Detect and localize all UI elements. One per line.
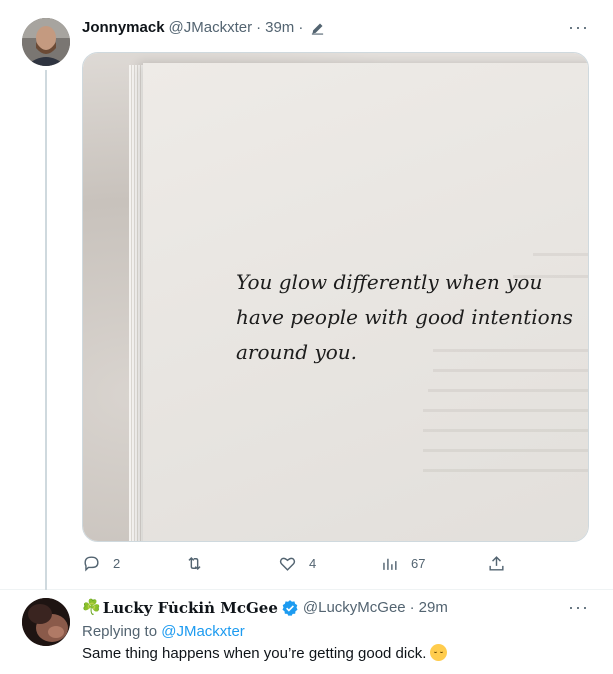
views-button[interactable]: 67: [380, 554, 425, 573]
replying-to: Replying to @JMackxter: [82, 622, 245, 642]
display-name[interactable]: Jonnymack: [82, 18, 165, 38]
tweet-original[interactable]: Jonnymack @JMackxter · 39m · ··· You glo…: [0, 0, 613, 590]
tweet-header: Jonnymack @JMackxter · 39m ·: [82, 18, 325, 38]
verified-badge-icon[interactable]: [281, 599, 299, 617]
retweet-button[interactable]: [185, 554, 216, 573]
tweet-text-content: Same thing happens when you’re getting g…: [82, 645, 427, 662]
reply-icon: [84, 556, 99, 572]
replying-to-mention[interactable]: @JMackxter: [161, 623, 245, 640]
image-quote-text: You glow differently when you have peopl…: [236, 270, 573, 364]
faint-text-line: [423, 409, 588, 412]
pencil-icon[interactable]: [310, 21, 325, 36]
like-button[interactable]: 4: [278, 554, 316, 573]
separator: ·: [298, 19, 304, 36]
avatar[interactable]: [22, 18, 70, 66]
more-icon[interactable]: ···: [568, 598, 589, 616]
faint-text-line: [533, 253, 588, 256]
action-bar: 2 4 67: [82, 554, 512, 576]
reply-count: 2: [113, 556, 121, 571]
tweet-image[interactable]: You glow differently when you have peopl…: [82, 52, 589, 542]
thread-line: [45, 70, 47, 590]
views-count: 67: [411, 556, 426, 571]
avatar[interactable]: [22, 598, 70, 646]
faint-text-line: [428, 389, 588, 392]
share-button[interactable]: [487, 554, 506, 573]
retweet-icon: [188, 556, 201, 571]
user-handle[interactable]: @JMackxter: [169, 18, 253, 38]
avatar-image: [22, 598, 70, 646]
faint-text-line: [423, 429, 588, 432]
tweet-header: ☘️ Lucky Fu̇ckiṅ McGee @LuckyMcGee · 29m: [82, 598, 448, 618]
separator: ·: [409, 599, 415, 616]
faint-text-line: [423, 449, 588, 452]
like-count: 4: [309, 556, 317, 571]
relieved-face-emoji: [430, 644, 448, 661]
timestamp[interactable]: 29m: [419, 598, 448, 618]
clover-emoji: ☘️: [82, 599, 101, 616]
separator: ·: [256, 19, 262, 36]
more-icon[interactable]: ···: [568, 18, 589, 36]
views-icon: [383, 558, 397, 570]
reply-button[interactable]: 2: [82, 554, 120, 573]
replying-to-label: Replying to: [82, 623, 158, 640]
tweet-text: Same thing happens when you’re getting g…: [82, 644, 448, 664]
timestamp[interactable]: 39m: [265, 18, 294, 38]
faint-text-line: [423, 469, 588, 472]
user-handle[interactable]: @LuckyMcGee: [303, 598, 406, 618]
avatar-image: [22, 18, 70, 66]
share-icon: [489, 556, 504, 571]
display-name[interactable]: Lucky Fu̇ckiṅ McGee: [103, 598, 278, 618]
like-icon: [279, 557, 296, 571]
